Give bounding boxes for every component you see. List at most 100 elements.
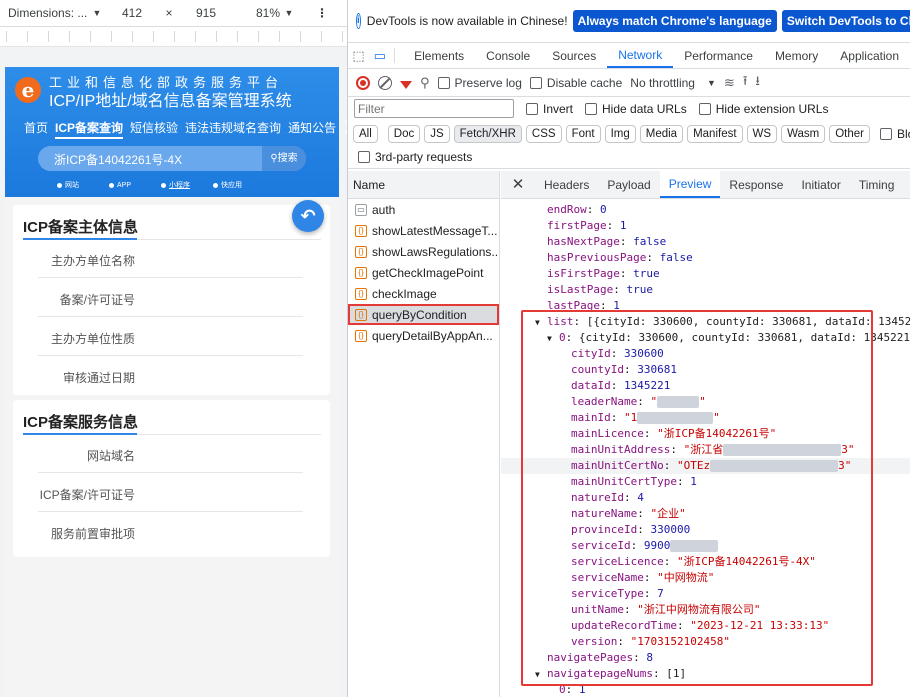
nav-notices[interactable]: 通知公告 [288,119,336,139]
tab-memory[interactable]: Memory [764,43,829,68]
request-row[interactable]: {} showLatestMessageT... [348,220,499,241]
switch-to-chinese-button[interactable]: Switch DevTools to Chinese [781,10,910,32]
dropdown-arrow-icon[interactable]: ▼ [88,8,106,18]
filter-icon[interactable] [400,80,412,89]
nav-sms-verify[interactable]: 短信核验 [130,119,178,139]
json-line-navigatepageNums[interactable]: ▼ navigatepageNums: [1] [535,666,686,682]
tab-app[interactable]: APP [109,180,161,190]
hide-extension-urls-checkbox[interactable]: Hide extension URLs [698,102,828,116]
type-filter-wasm[interactable]: Wasm [781,124,826,143]
request-row[interactable]: ▭ auth [348,199,499,220]
device-height-input[interactable]: 915 [180,6,232,20]
request-row[interactable]: {} checkImage [348,283,499,304]
hide-data-urls-checkbox[interactable]: Hide data URLs [585,102,687,116]
json-line-list[interactable]: ▼ list: [{cityId: 330600, countyId: 33068… [535,314,910,330]
type-filter-font[interactable]: Font [565,124,601,143]
type-filter-media[interactable]: Media [639,124,684,143]
icp-subject-info-card: ICP备案主体信息 主办方单位名称 备案/许可证号 主办方单位性质 审核通过日期 [13,205,330,395]
tab-headers[interactable]: Headers [535,171,598,198]
device-width-input[interactable]: 412 [106,6,158,20]
json-line-isLastPage: isLastPage: true [547,283,653,296]
json-line-firstPage: firstPage: 1 [547,219,627,232]
json-value: "浙ICP备14042261号-4X" [676,555,816,568]
tab-performance[interactable]: Performance [673,43,764,68]
json-value: "2023-12-21 13:33:13" [690,619,830,632]
json-line-item0[interactable]: ▼ 0: {cityId: 330600, countyId: 330681, d… [547,330,910,346]
expand-triangle-icon[interactable]: ▼ [547,331,559,347]
site-search-button[interactable]: ⚲搜索 [262,146,306,171]
tab-initiator[interactable]: Initiator [792,171,849,198]
type-filter-other[interactable]: Other [829,124,870,143]
search-button-label: 搜索 [277,153,298,164]
tab-console[interactable]: Console [475,43,541,68]
json-line-mainLicence: mainLicence: "浙ICP备14042261号" [571,427,777,440]
expand-triangle-icon[interactable]: ▼ [535,315,547,331]
zoom-dropdown[interactable]: 81% [232,6,280,20]
tab-mini-program[interactable]: 小程序 [161,180,213,190]
request-row-selected[interactable]: {} queryByCondition [348,304,499,325]
divider [394,48,396,63]
radio-dot-icon [57,182,62,188]
expand-triangle-icon[interactable]: ▼ [535,667,547,683]
zoom-dropdown-arrow-icon[interactable]: ▼ [280,8,298,18]
type-filter-all[interactable]: All [353,124,378,143]
third-party-checkbox[interactable]: 3rd-party requests [358,150,472,164]
json-value: 1 [690,475,697,488]
device-toggle-icon[interactable]: ▭ [369,43,390,68]
always-match-language-button[interactable]: Always match Chrome's language [572,10,777,32]
type-filter-manifest[interactable]: Manifest [687,124,743,143]
blocked-requests-checkbox[interactable]: Blocked [880,127,910,141]
tab-quick-app-label: 快应用 [221,182,242,189]
tab-application[interactable]: Application [829,43,910,68]
name-column-header[interactable]: Name [348,171,499,199]
tab-preview[interactable]: Preview [659,171,721,198]
type-filter-fetch-xhr[interactable]: Fetch/XHR [453,124,522,143]
request-row[interactable]: {} queryDetailByAppAn... [348,325,499,346]
record-icon[interactable] [356,75,370,90]
type-filter-img[interactable]: Img [604,124,636,143]
json-preview[interactable]: endRow: 0 firstPage: 1 hasNextPage: fals… [501,199,910,697]
invert-checkbox[interactable]: Invert [526,102,573,116]
nav-icp-query[interactable]: ICP备案查询 [55,119,124,139]
close-icon[interactable]: ✕ [501,171,535,198]
tab-quick-app[interactable]: 快应用 [213,180,265,190]
filter-input[interactable] [354,99,514,118]
checkbox-icon [358,151,370,163]
info-row: 服务前置审批项 [38,513,303,551]
devtools-panel: i DevTools is now available in Chinese! … [348,0,910,697]
back-icon[interactable]: ↶ [292,200,324,232]
service-type-tabs: 网站 APP 小程序 快应用 [57,180,265,190]
nav-illegal-domain-query[interactable]: 违法违规域名查询 [185,119,281,139]
tab-network[interactable]: Network [607,43,674,68]
tab-payload[interactable]: Payload [598,171,659,198]
site-search-box[interactable]: 浙ICP备14042261号-4X ⚲搜索 [38,146,306,171]
disable-cache-checkbox[interactable]: Disable cache [529,76,622,90]
tab-timing[interactable]: Timing [850,171,904,198]
request-row[interactable]: {} showLawsRegulations... [348,241,499,262]
throttling-dropdown[interactable]: No throttling ▼ [630,76,716,90]
type-filter-doc[interactable]: Doc [387,124,421,143]
clear-icon[interactable] [378,75,392,90]
more-options-icon[interactable]: ⋮ [298,6,328,20]
export-har-icon[interactable]: ⭳ [755,72,760,94]
type-filter-css[interactable]: CSS [525,124,562,143]
search-icon[interactable]: ⚲ [420,75,430,91]
dimensions-dropdown[interactable]: Dimensions: ... [0,6,88,20]
nav-home[interactable]: 首页 [24,119,48,139]
info-icon: i [356,13,361,29]
site-search-input[interactable]: 浙ICP备14042261号-4X [54,151,182,168]
type-filter-js[interactable]: JS [424,124,450,143]
network-conditions-icon[interactable]: ≋ [724,75,735,91]
type-filter-ws[interactable]: WS [746,124,778,143]
tab-website[interactable]: 网站 [57,180,109,190]
tab-response[interactable]: Response [720,171,792,198]
tab-sources[interactable]: Sources [541,43,607,68]
radio-dot-icon [213,182,218,188]
preserve-log-checkbox[interactable]: Preserve log [437,76,522,90]
json-line-mainId: mainId: "1 " [571,411,720,424]
inspect-element-icon[interactable]: ⬚ [348,43,369,68]
info-row: 主办方单位名称 [38,240,303,278]
request-row[interactable]: {} getCheckImagePoint [348,262,499,283]
import-har-icon[interactable]: ⭱ [743,72,748,94]
tab-elements[interactable]: Elements [403,43,475,68]
